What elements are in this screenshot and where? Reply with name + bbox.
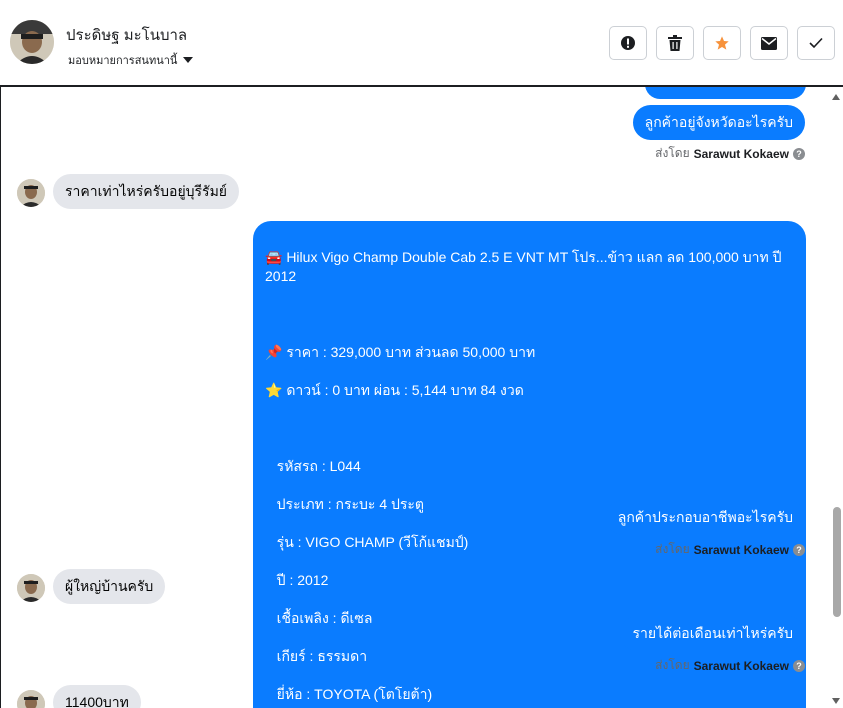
- contact-name[interactable]: ประดิษฐ มะโนบาล: [66, 23, 187, 47]
- report-button[interactable]: [609, 26, 647, 60]
- contact-avatar-small: [17, 690, 45, 708]
- star-button[interactable]: [703, 26, 741, 60]
- message-bubble-outgoing: ลูกค้าประกอบอาชีพอะไรครับ: [605, 500, 805, 535]
- sender-name: Sarawut Kokaew: [693, 658, 789, 673]
- contact-avatar[interactable]: [10, 20, 54, 64]
- contact-avatar-small: [17, 574, 45, 602]
- contact-avatar-small: [17, 179, 45, 207]
- sent-by-prefix: ส่งโดย: [655, 658, 690, 672]
- done-button[interactable]: [797, 26, 835, 60]
- sent-by-label: ส่งโดย Sarawut Kokaew ?: [655, 144, 805, 163]
- scrollbar[interactable]: [829, 87, 843, 708]
- help-icon[interactable]: ?: [793, 147, 805, 160]
- scrollbar-thumb[interactable]: [833, 507, 841, 617]
- message-bubble-outgoing: ลูกค้าอยู่จังหวัดอะไรครับ: [632, 105, 805, 140]
- listing-year: ปี : 2012: [265, 572, 329, 588]
- conversation-actions: [609, 26, 835, 60]
- assign-label: มอบหมายการสนทนานี้: [68, 55, 178, 67]
- sent-by-prefix: ส่งโดย: [655, 542, 690, 556]
- message-thread[interactable]: ลูกค้าอยู่จังหวัดอะไรครับ ส่งโดย Sarawut…: [0, 87, 843, 708]
- caret-down-icon: [183, 57, 194, 63]
- message-bubble-incoming: 11400บาท: [53, 685, 141, 708]
- conversation-header: ประดิษฐ มะโนบาล มอบหมายการสนทนานี้: [0, 0, 843, 87]
- listing-down-payment: ⭐ ดาวน์ : 0 บาท ผ่อน : 5,144 บาท 84 งวด: [265, 382, 524, 398]
- help-icon[interactable]: ?: [793, 659, 805, 672]
- delete-button[interactable]: [656, 26, 694, 60]
- sent-by-label: ส่งโดย Sarawut Kokaew ?: [655, 656, 805, 675]
- listing-price: 📌 ราคา : 329,000 บาท ส่วนลด 50,000 บาท: [265, 344, 536, 360]
- message-bubble-incoming: ราคาเท่าไหร่ครับอยู่บุรีรัมย์: [53, 174, 240, 209]
- listing-brand: ยี่ห้อ : TOYOTA (โตโยต้า): [265, 686, 433, 702]
- sender-name: Sarawut Kokaew: [693, 542, 789, 557]
- envelope-icon: [761, 36, 777, 50]
- scroll-up-arrow-icon[interactable]: [832, 94, 840, 100]
- sent-by-prefix: ส่งโดย: [655, 146, 690, 160]
- scroll-down-arrow-icon[interactable]: [832, 698, 840, 704]
- message-bubble-outgoing-partial: [645, 87, 806, 99]
- listing-code: รหัสรถ : L044: [265, 458, 361, 474]
- alert-icon: [621, 36, 635, 50]
- help-icon[interactable]: ?: [793, 543, 805, 556]
- sent-by-label: ส่งโดย Sarawut Kokaew ?: [655, 540, 805, 559]
- check-icon: [809, 37, 823, 49]
- trash-icon: [668, 35, 682, 51]
- star-icon: [715, 36, 729, 50]
- message-bubble-outgoing: รายได้ต่อเดือนเท่าไหร่ครับ: [620, 616, 805, 651]
- listing-title: 🚘 Hilux Vigo Champ Double Cab 2.5 E VNT …: [265, 249, 782, 284]
- assign-conversation-dropdown[interactable]: มอบหมายการสนทนานี้: [68, 51, 194, 69]
- sender-name: Sarawut Kokaew: [693, 146, 789, 161]
- message-bubble-incoming: ผู้ใหญ่บ้านครับ: [53, 569, 166, 604]
- mark-unread-button[interactable]: [750, 26, 788, 60]
